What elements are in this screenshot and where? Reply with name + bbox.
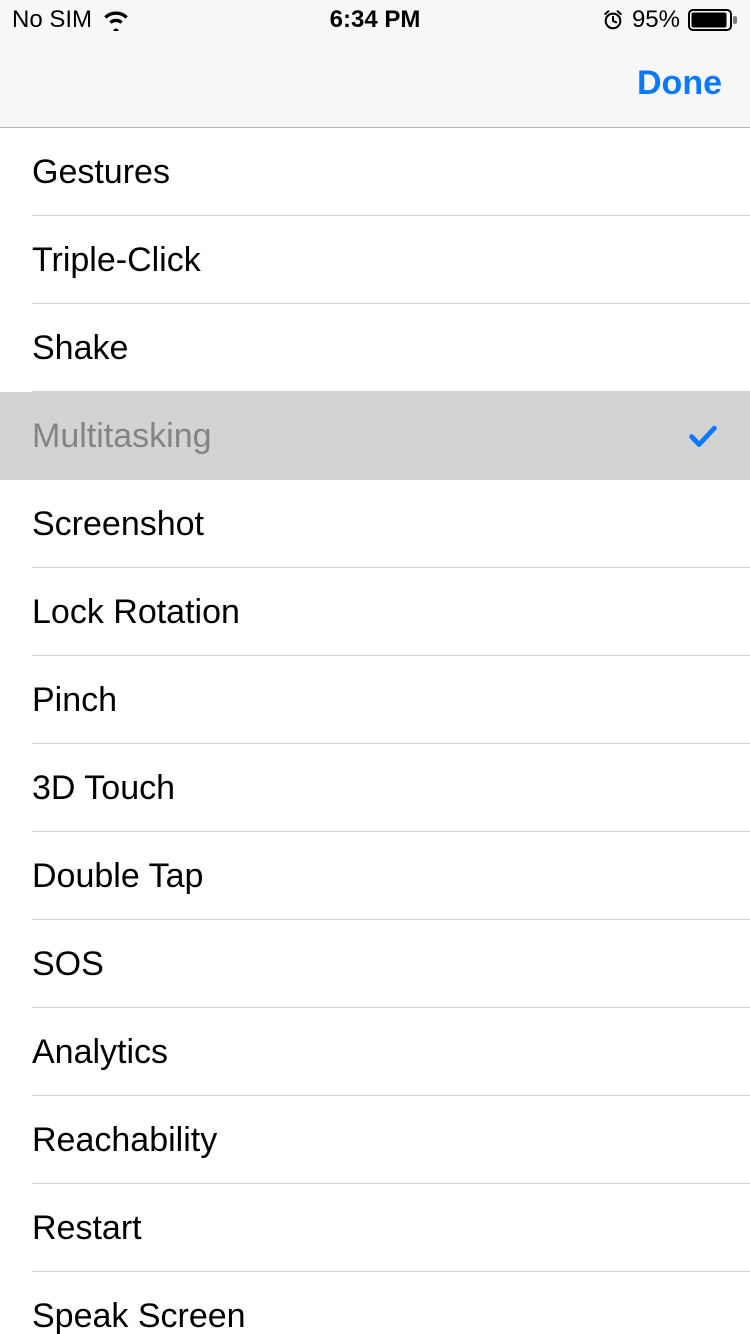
option-row-screenshot[interactable]: Screenshot <box>0 480 750 568</box>
nav-bar: Done <box>0 40 750 128</box>
option-label: SOS <box>32 945 104 984</box>
status-bar: No SIM 6:34 PM 95% <box>0 0 750 40</box>
wifi-icon <box>102 9 130 31</box>
option-row-restart[interactable]: Restart <box>0 1184 750 1272</box>
option-row-shake[interactable]: Shake <box>0 304 750 392</box>
status-time: 6:34 PM <box>330 6 421 34</box>
option-row-double-tap[interactable]: Double Tap <box>0 832 750 920</box>
carrier-text: No SIM <box>12 6 92 34</box>
option-row-analytics[interactable]: Analytics <box>0 1008 750 1096</box>
done-button[interactable]: Done <box>637 64 722 103</box>
option-label: Triple-Click <box>32 241 201 280</box>
option-row-sos[interactable]: SOS <box>0 920 750 1008</box>
option-label: Gestures <box>32 153 170 192</box>
option-row-pinch[interactable]: Pinch <box>0 656 750 744</box>
option-row-reachability[interactable]: Reachability <box>0 1096 750 1184</box>
option-label: 3D Touch <box>32 769 175 808</box>
checkmark-icon <box>686 419 720 453</box>
alarm-icon <box>602 9 624 31</box>
option-label: Shake <box>32 329 128 368</box>
options-list: Gestures Triple-Click Shake Multitasking Scr… <box>0 128 750 1334</box>
option-row-gestures[interactable]: Gestures <box>0 128 750 216</box>
option-row-speak-screen[interactable]: Speak Screen <box>0 1272 750 1334</box>
status-left: No SIM <box>12 6 130 34</box>
option-row-triple-click[interactable]: Triple-Click <box>0 216 750 304</box>
option-label: Restart <box>32 1209 142 1248</box>
battery-icon <box>688 9 738 31</box>
option-label: Screenshot <box>32 505 204 544</box>
option-row-3d-touch[interactable]: 3D Touch <box>0 744 750 832</box>
option-row-multitasking[interactable]: Multitasking <box>0 392 750 480</box>
option-label: Lock Rotation <box>32 593 240 632</box>
option-label: Pinch <box>32 681 117 720</box>
option-label: Analytics <box>32 1033 168 1072</box>
battery-percent: 95% <box>632 6 680 34</box>
status-right: 95% <box>602 6 738 34</box>
option-row-lock-rotation[interactable]: Lock Rotation <box>0 568 750 656</box>
option-label: Multitasking <box>32 417 212 456</box>
option-label: Speak Screen <box>32 1297 246 1334</box>
option-label: Reachability <box>32 1121 217 1160</box>
option-label: Double Tap <box>32 857 203 896</box>
